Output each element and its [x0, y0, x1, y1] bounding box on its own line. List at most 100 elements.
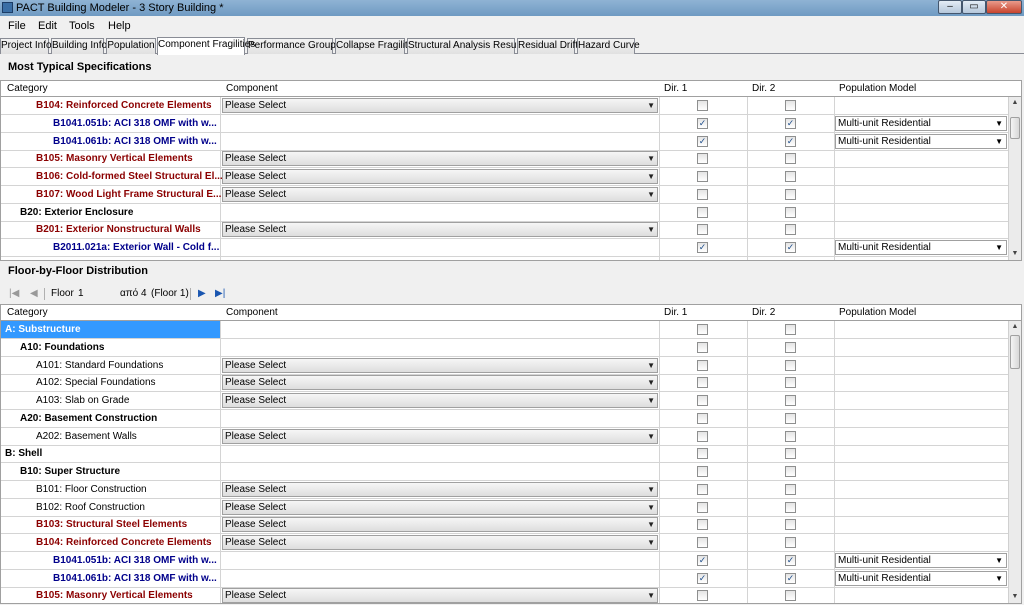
- category-cell[interactable]: A20: Basement Construction: [20, 413, 234, 424]
- category-cell[interactable]: B101: Floor Construction: [36, 484, 250, 495]
- dir2-checkbox[interactable]: [785, 519, 796, 531]
- category-cell[interactable]: B104: Reinforced Concrete Elements: [36, 100, 250, 111]
- category-cell[interactable]: B106: Cold-formed Steel Structural El...: [36, 171, 250, 182]
- category-cell[interactable]: B107: Wood Light Frame Structural E...: [36, 189, 250, 200]
- category-cell[interactable]: B201: Exterior Nonstructural Walls: [36, 224, 250, 235]
- dir2-checkbox[interactable]: ✓: [785, 572, 796, 584]
- component-dropdown[interactable]: Please Select ▼: [222, 393, 658, 408]
- component-dropdown[interactable]: Please Select ▼: [222, 481, 658, 497]
- dir2-checkbox[interactable]: [785, 501, 796, 513]
- minimize-button[interactable]: –: [938, 0, 962, 14]
- category-cell[interactable]: B105: Masonry Vertical Elements: [36, 590, 250, 601]
- population-model-dropdown[interactable]: Multi-unit Residential ▼: [835, 552, 1007, 568]
- component-dropdown[interactable]: Please Select ▼: [222, 499, 658, 515]
- dir1-checkbox[interactable]: ✓: [697, 554, 708, 566]
- component-dropdown[interactable]: Please Select ▼: [222, 169, 658, 184]
- dir1-checkbox[interactable]: [697, 537, 708, 548]
- category-cell[interactable]: B20: Exterior Enclosure: [20, 207, 234, 218]
- menu-help[interactable]: Help: [108, 20, 131, 32]
- dir1-checkbox[interactable]: [697, 430, 708, 442]
- component-dropdown[interactable]: Please Select ▼: [222, 535, 658, 550]
- dir1-checkbox[interactable]: [697, 448, 708, 460]
- vertical-scrollbar[interactable]: ▲ ▼: [1008, 321, 1021, 603]
- dir2-checkbox[interactable]: [785, 537, 796, 548]
- component-dropdown[interactable]: Please Select ▼: [222, 428, 658, 444]
- close-button[interactable]: ✕: [986, 0, 1022, 14]
- component-dropdown[interactable]: Please Select ▼: [222, 588, 658, 603]
- tab-building-info[interactable]: Building Info: [51, 38, 107, 54]
- tab-residual-drift[interactable]: Residual Drift: [517, 38, 578, 54]
- dir2-checkbox[interactable]: ✓: [785, 135, 796, 147]
- category-cell[interactable]: A202: Basement Walls: [36, 431, 250, 442]
- component-dropdown[interactable]: Please Select ▼: [222, 517, 658, 533]
- dir2-checkbox[interactable]: [785, 153, 796, 165]
- tab-population[interactable]: Population: [106, 38, 156, 54]
- dir1-checkbox[interactable]: [697, 395, 708, 406]
- dir1-checkbox[interactable]: [697, 412, 708, 424]
- dir1-checkbox[interactable]: [697, 359, 708, 371]
- category-cell[interactable]: B1041.061b: ACI 318 OMF with w...: [53, 136, 267, 147]
- dir1-checkbox[interactable]: [697, 377, 708, 389]
- component-dropdown[interactable]: Please Select ▼: [222, 375, 658, 391]
- dir2-checkbox[interactable]: [785, 483, 796, 495]
- next-page-icon[interactable]: ▶: [198, 288, 206, 299]
- dir2-checkbox[interactable]: [785, 188, 796, 200]
- dir2-checkbox[interactable]: [785, 206, 796, 218]
- dir1-checkbox[interactable]: [697, 341, 708, 353]
- dir1-checkbox[interactable]: [697, 519, 708, 531]
- last-page-icon[interactable]: ▶|: [215, 288, 225, 299]
- category-cell[interactable]: B1041.061b: ACI 318 OMF with w...: [53, 573, 267, 584]
- menu-edit[interactable]: Edit: [38, 20, 57, 32]
- dir1-checkbox[interactable]: ✓: [697, 242, 708, 253]
- category-cell[interactable]: B103: Structural Steel Elements: [36, 519, 250, 530]
- dir2-checkbox[interactable]: [785, 412, 796, 424]
- dir1-checkbox[interactable]: ✓: [697, 135, 708, 147]
- tab-component-fragilities[interactable]: Component Fragilities: [157, 37, 255, 55]
- category-cell[interactable]: B: Shell: [5, 448, 219, 459]
- dir1-checkbox[interactable]: [697, 188, 708, 200]
- scroll-down-icon[interactable]: ▼: [1009, 248, 1021, 260]
- dir2-checkbox[interactable]: [785, 466, 796, 477]
- category-cell[interactable]: A: Substructure: [5, 324, 219, 335]
- category-cell[interactable]: B1041.051b: ACI 318 OMF with w...: [53, 118, 267, 129]
- scroll-up-icon[interactable]: ▲: [1009, 97, 1021, 109]
- population-model-dropdown[interactable]: Multi-unit Residential ▼: [835, 115, 1007, 131]
- dir2-checkbox[interactable]: [785, 171, 796, 182]
- component-dropdown[interactable]: Please Select ▼: [222, 186, 658, 202]
- first-page-icon[interactable]: |◀: [9, 288, 19, 299]
- dir1-checkbox[interactable]: [697, 171, 708, 182]
- dir1-checkbox[interactable]: [697, 153, 708, 165]
- tab-project-info[interactable]: Project Info: [0, 38, 52, 54]
- category-cell[interactable]: B10: Super Structure: [20, 466, 234, 477]
- menu-tools[interactable]: Tools: [69, 20, 95, 32]
- scroll-down-icon[interactable]: ▼: [1009, 591, 1021, 603]
- dir2-checkbox[interactable]: [785, 590, 796, 602]
- category-cell[interactable]: A102: Special Foundations: [36, 377, 250, 388]
- tab-structural-analysis-results[interactable]: Structural Analysis Results: [407, 38, 526, 54]
- dir1-checkbox[interactable]: ✓: [697, 117, 708, 129]
- scroll-thumb[interactable]: [1010, 117, 1020, 139]
- dir2-checkbox[interactable]: [785, 100, 796, 111]
- category-cell[interactable]: A10: Foundations: [20, 342, 234, 353]
- dir1-checkbox[interactable]: [697, 206, 708, 218]
- dir1-checkbox[interactable]: [697, 466, 708, 477]
- tab-performance-groups[interactable]: Performance Groups: [247, 38, 341, 54]
- category-cell[interactable]: B105: Masonry Vertical Elements: [36, 153, 250, 164]
- component-dropdown[interactable]: Please Select ▼: [222, 98, 658, 113]
- category-cell[interactable]: B2011.021a: Exterior Wall - Cold f...: [53, 242, 267, 253]
- dir1-checkbox[interactable]: [697, 590, 708, 602]
- tab-collapse-fragility[interactable]: Collapse Fragility: [335, 38, 413, 54]
- dir2-checkbox[interactable]: ✓: [785, 242, 796, 253]
- dir2-checkbox[interactable]: [785, 448, 796, 460]
- component-dropdown[interactable]: Please Select ▼: [222, 357, 658, 373]
- component-dropdown[interactable]: Please Select ▼: [222, 222, 658, 238]
- vertical-scrollbar[interactable]: ▲ ▼: [1008, 97, 1021, 260]
- category-cell[interactable]: B102: Roof Construction: [36, 502, 250, 513]
- dir2-checkbox[interactable]: [785, 395, 796, 406]
- dir2-checkbox[interactable]: [785, 341, 796, 353]
- dir1-checkbox[interactable]: [697, 501, 708, 513]
- category-cell[interactable]: A103: Slab on Grade: [36, 395, 250, 406]
- floor-position-input[interactable]: 1: [78, 288, 84, 299]
- dir2-checkbox[interactable]: [785, 377, 796, 389]
- dir2-checkbox[interactable]: [785, 430, 796, 442]
